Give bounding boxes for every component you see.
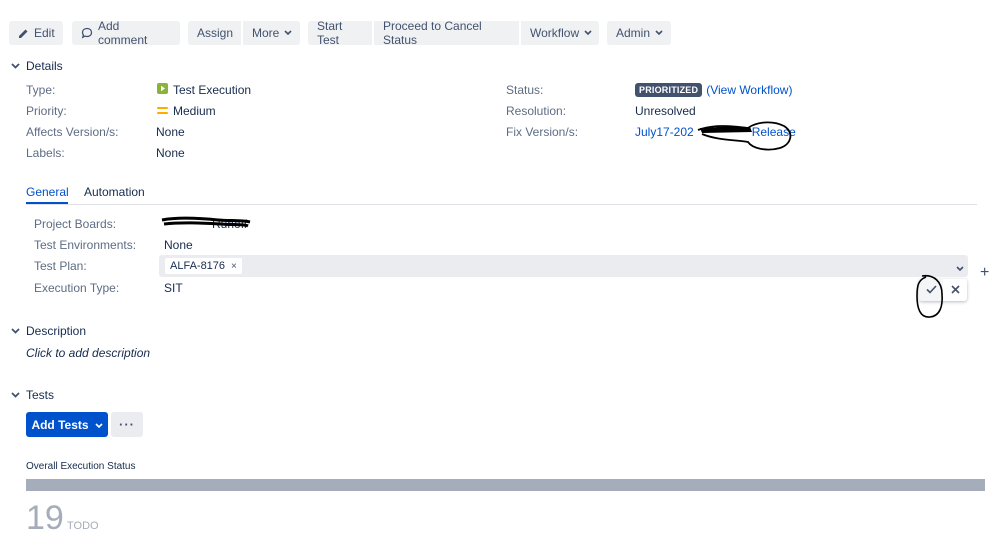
start-test-button[interactable]: Start Test <box>308 19 372 47</box>
status-badge: PRIORITIZED <box>635 83 703 97</box>
test-environments-label: Test Environments: <box>34 238 137 252</box>
admin-label: Admin <box>616 26 651 40</box>
fix-version-label: Fix Version/s: <box>506 125 579 139</box>
active-tab-indicator <box>26 202 68 204</box>
edit-button[interactable]: Edit <box>9 21 63 45</box>
redaction-scribble <box>697 121 792 151</box>
cancel-button[interactable] <box>943 279 967 301</box>
description-heading: Description <box>26 324 87 338</box>
details-toggle[interactable]: Details <box>10 59 63 73</box>
chevron-down-icon <box>10 61 20 71</box>
todo-count: 19 <box>26 499 64 537</box>
test-plan-chip-label: ALFA-8176 <box>170 260 226 272</box>
add-comment-button[interactable]: Add comment <box>72 19 180 47</box>
annotation-circle <box>916 274 943 318</box>
overall-execution-status-label: Overall Execution Status <box>26 461 136 472</box>
workflow-button[interactable]: Workflow <box>521 21 599 45</box>
labels-label: Labels: <box>26 146 65 160</box>
chevron-down-icon <box>584 30 592 36</box>
resolution-label: Resolution: <box>506 104 567 118</box>
fix-version-link[interactable]: July17-202 <box>635 125 694 139</box>
priority-value: Medium <box>157 104 216 118</box>
proceed-cancel-label: Proceed to Cancel Status <box>383 19 482 47</box>
description-placeholder[interactable]: Click to add description <box>26 346 150 360</box>
tab-automation[interactable]: Automation <box>84 185 145 199</box>
priority-label: Priority: <box>26 104 67 118</box>
assign-button[interactable]: Assign <box>188 21 241 45</box>
test-execution-icon <box>157 83 168 97</box>
chevron-down-icon <box>10 390 20 400</box>
chevron-down-icon[interactable] <box>956 261 964 275</box>
pencil-icon <box>18 28 29 39</box>
tab-general[interactable]: General <box>26 185 69 199</box>
todo-label: TODO <box>67 520 99 532</box>
comment-icon <box>81 27 93 39</box>
status-label: Status: <box>506 83 544 97</box>
toolbar: Edit Add comment Assign More Start Test … <box>9 19 671 47</box>
execution-status-bar <box>26 479 985 491</box>
execution-type-label: Execution Type: <box>34 281 120 295</box>
view-workflow-link[interactable]: (View Workflow) <box>706 83 792 97</box>
execution-type-value: SIT <box>164 281 183 295</box>
affects-version-value: None <box>156 125 185 139</box>
type-value: Test Execution <box>157 83 251 97</box>
redaction-scribble <box>161 216 251 228</box>
add-tests-button[interactable]: Add Tests <box>26 412 108 437</box>
project-boards-label: Project Boards: <box>34 217 117 231</box>
chevron-down-icon <box>94 418 103 432</box>
chevron-down-icon <box>10 326 20 336</box>
admin-button[interactable]: Admin <box>607 21 671 45</box>
assign-label: Assign <box>197 26 234 40</box>
add-comment-label: Add comment <box>98 19 148 47</box>
labels-value: None <box>156 146 185 160</box>
chevron-down-icon <box>655 30 663 36</box>
test-environments-value: None <box>164 238 193 252</box>
status-value: PRIORITIZED (View Workflow) <box>635 83 792 97</box>
start-test-label: Start Test <box>317 19 343 47</box>
tab-bar: General Automation <box>26 184 977 205</box>
more-label: More <box>252 26 280 40</box>
more-button[interactable]: More <box>243 21 300 45</box>
add-tests-label: Add Tests <box>31 417 89 432</box>
more-actions-button[interactable]: ··· <box>111 412 143 437</box>
edit-label: Edit <box>34 26 55 40</box>
details-heading: Details <box>26 59 63 73</box>
workflow-label: Workflow <box>530 26 580 40</box>
chip-remove-icon[interactable]: × <box>231 261 237 272</box>
close-icon <box>950 283 960 297</box>
affects-version-label: Affects Version/s: <box>26 125 119 139</box>
test-plan-input[interactable]: ALFA-8176 × <box>159 255 968 277</box>
test-plan-label: Test Plan: <box>34 259 87 273</box>
type-label: Type: <box>26 83 56 97</box>
resolution-value: Unresolved <box>635 104 696 118</box>
test-plan-chip: ALFA-8176 × <box>165 258 242 274</box>
tests-heading: Tests <box>26 388 55 402</box>
priority-medium-icon <box>157 104 168 118</box>
add-icon[interactable]: + <box>980 264 989 282</box>
priority-value-text: Medium <box>173 104 216 118</box>
chevron-down-icon <box>284 30 292 36</box>
description-toggle[interactable]: Description <box>10 324 86 338</box>
tests-toggle[interactable]: Tests <box>10 388 54 402</box>
type-value-text: Test Execution <box>173 83 252 97</box>
proceed-to-cancel-status-button[interactable]: Proceed to Cancel Status <box>374 19 519 47</box>
